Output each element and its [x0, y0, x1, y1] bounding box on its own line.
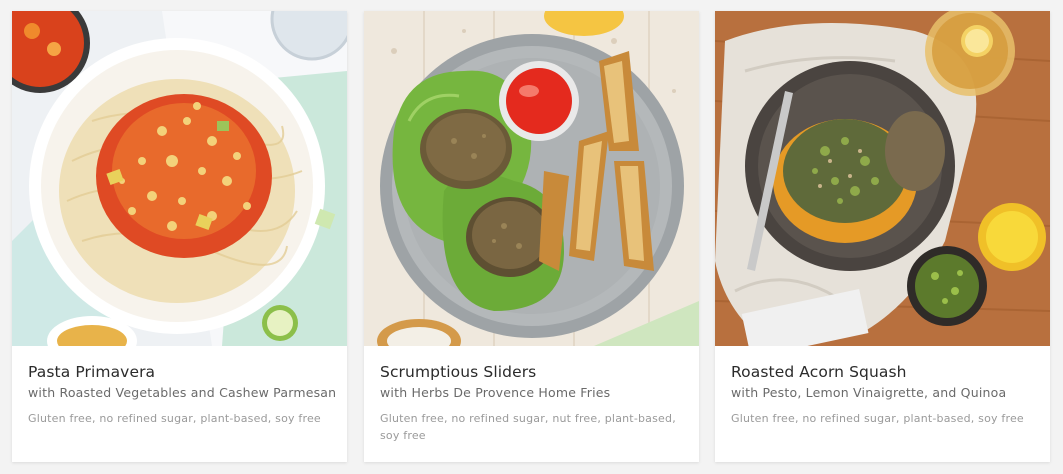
sliders-dish-photo[interactable] — [364, 11, 699, 346]
recipe-title[interactable]: Scrumptious Sliders — [380, 362, 683, 382]
card-body: Pasta Primavera with Roasted Vegetables … — [12, 346, 347, 427]
recipe-tags: Gluten free, no refined sugar, nut free,… — [380, 412, 676, 442]
recipe-subtitle: with Roasted Vegetables and Cashew Parme… — [28, 385, 337, 400]
recipe-tags: Gluten free, no refined sugar, plant-bas… — [731, 412, 1024, 425]
card-body: Scrumptious Sliders with Herbs De Proven… — [364, 346, 699, 444]
recipe-subtitle: with Pesto, Lemon Vinaigrette, and Quino… — [731, 385, 1007, 400]
recipe-card-scrumptious-sliders[interactable]: Scrumptious Sliders with Herbs De Proven… — [364, 11, 699, 462]
recipe-subtitle: with Herbs De Provence Home Fries — [380, 385, 611, 400]
recipe-grid: Pasta Primavera with Roasted Vegetables … — [0, 0, 1063, 474]
card-body: Roasted Acorn Squash with Pesto, Lemon V… — [715, 346, 1050, 427]
squash-dish-photo[interactable] — [715, 11, 1050, 346]
pasta-dish-photo[interactable] — [12, 11, 347, 346]
recipe-card-roasted-acorn-squash[interactable]: Roasted Acorn Squash with Pesto, Lemon V… — [715, 11, 1050, 462]
recipe-title[interactable]: Roasted Acorn Squash — [731, 362, 1034, 382]
recipe-card-pasta-primavera[interactable]: Pasta Primavera with Roasted Vegetables … — [12, 11, 347, 462]
recipe-tags: Gluten free, no refined sugar, plant-bas… — [28, 412, 321, 425]
recipe-title[interactable]: Pasta Primavera — [28, 362, 331, 382]
